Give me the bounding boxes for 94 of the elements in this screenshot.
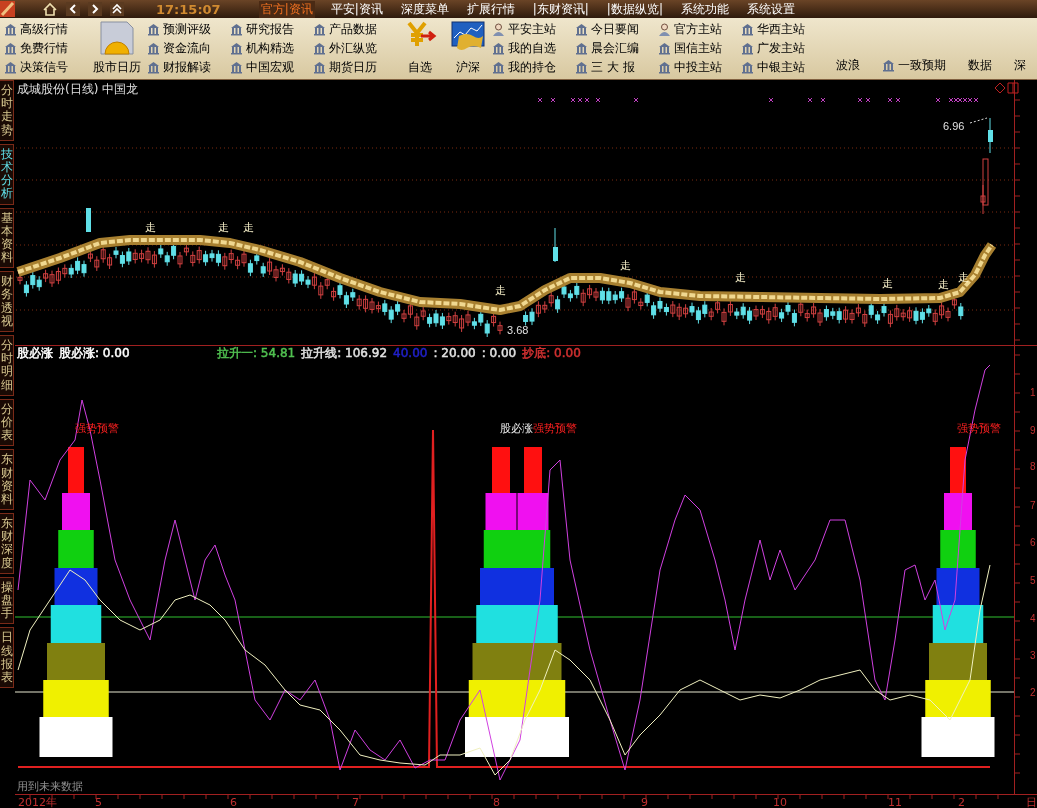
side-tab[interactable]: 分价表	[0, 398, 14, 447]
axis-label: 10	[773, 796, 787, 808]
toolbar-link[interactable]: 中国宏观	[230, 58, 313, 77]
toolbar-link[interactable]: 广发主站	[741, 39, 824, 58]
menu-item[interactable]: 深度菜单	[398, 0, 451, 18]
toolbar-link[interactable]: 资金流向	[147, 39, 230, 58]
legend-value: 拉升线: 106.92	[301, 346, 388, 360]
toolbar-link[interactable]: 产品数据	[313, 20, 396, 39]
signal-label: 走	[243, 221, 254, 234]
chart-title: 成城股份(日线) 中国龙	[17, 82, 139, 96]
menu-item[interactable]: |东财资讯|	[530, 0, 591, 18]
side-tab[interactable]: 财务透视	[0, 271, 14, 332]
toolbar-link[interactable]: 三 大 报	[575, 58, 658, 77]
legend-value: 股必涨	[17, 346, 53, 360]
toolbar-link[interactable]: 期货日历	[313, 58, 396, 77]
side-tab[interactable]: 分时走势	[0, 80, 14, 141]
axis-label: 8	[1030, 461, 1036, 472]
toolbar-link[interactable]: 我的持仓	[492, 58, 575, 77]
toolbar-link[interactable]: 决策信号	[4, 58, 87, 77]
toolbar-link[interactable]: 高级行情	[4, 20, 87, 39]
toolbar-link[interactable]: 波浪	[836, 56, 860, 75]
axis-label: 1	[1030, 387, 1036, 398]
toolbar-link[interactable]: 平安主站	[492, 20, 575, 39]
legend-value: 股必涨: 0.00	[59, 346, 130, 360]
axis-label: 11	[888, 796, 902, 808]
signal-label: 走	[495, 284, 506, 297]
signal-label: 股必涨	[500, 422, 533, 435]
signal-label: 强势预警	[533, 422, 577, 435]
axis-label: 7	[1030, 500, 1036, 511]
legend-value: 拉升一: 54.81	[217, 346, 296, 360]
signal-label: 走	[938, 278, 949, 291]
axis-label: 5	[1030, 575, 1036, 586]
toolbar-link[interactable]: 中投主站	[658, 58, 741, 77]
legend-value: 40.00	[393, 346, 428, 360]
signal-label: 走	[620, 259, 631, 272]
side-tab[interactable]: 东财深度	[0, 513, 14, 574]
toolbar-link[interactable]: 我的自选	[492, 39, 575, 58]
menu-item[interactable]: 扩展行情	[464, 0, 517, 18]
signal-label: 强势预警	[957, 422, 1001, 435]
axis-label: 7	[352, 796, 359, 808]
side-tab[interactable]: 日线报表	[0, 627, 14, 689]
toolbar-link[interactable]: 今日要闻	[575, 20, 658, 39]
axis-label: 2	[958, 796, 965, 808]
axis-label: 9	[641, 796, 648, 808]
toolbar-link[interactable]: 研究报告	[230, 20, 313, 39]
toolbar-link[interactable]: 国信主站	[658, 39, 741, 58]
toolbar-link[interactable]: 免费行情	[4, 39, 87, 58]
signal-label: 走	[882, 277, 893, 290]
axis-label: 6	[230, 796, 237, 808]
signal-label: 走	[735, 271, 746, 284]
side-tab[interactable]: 操盘手	[0, 576, 14, 625]
toolbar-link[interactable]: 外汇纵览	[313, 39, 396, 58]
toolbar-link[interactable]: 数据	[968, 56, 992, 75]
menu-item[interactable]: 系统功能	[678, 0, 731, 18]
legend-value: 抄底: 0.00	[522, 346, 581, 360]
side-tab[interactable]: 分时明细	[0, 335, 14, 396]
side-tab[interactable]: 东财资料	[0, 449, 14, 511]
axis-label: 4	[1030, 613, 1036, 624]
toolbar-link[interactable]: 官方主站	[658, 20, 741, 39]
clock-time: 17:15:07	[156, 1, 221, 17]
side-tab[interactable]: 基本资料	[0, 207, 14, 269]
axis-label: 8	[493, 796, 500, 808]
signal-label: 走	[958, 271, 969, 284]
signal-label: 强势预警	[75, 422, 119, 435]
signal-label: 走	[145, 221, 156, 234]
toolbar-link[interactable]: 晨会汇编	[575, 39, 658, 58]
axis-label: 2012年	[18, 796, 57, 808]
price-label: 3.68	[507, 324, 529, 336]
toolbar-link[interactable]: 深	[1014, 56, 1026, 75]
toolbar-link[interactable]: 中银主站	[741, 58, 824, 77]
legend-value: : 0.00	[481, 346, 517, 360]
axis-label: 3	[1030, 650, 1036, 661]
axis-label: 5	[95, 796, 102, 808]
toolbar-link[interactable]: 预测评级	[147, 20, 230, 39]
toolbar-button[interactable]: 自选	[396, 18, 444, 79]
menu-item[interactable]: 平安|资讯	[328, 0, 385, 18]
side-tab[interactable]: 技术分析	[0, 143, 14, 205]
axis-label: 2	[1030, 687, 1036, 698]
axis-label: 6	[1030, 537, 1036, 548]
warning-note: 用到未来数据	[17, 780, 83, 793]
price-label: 6.96	[943, 120, 965, 132]
toolbar-link[interactable]: 机构精选	[230, 39, 313, 58]
axis-label: 9	[1030, 425, 1036, 436]
toolbar-link[interactable]: 财报解读	[147, 58, 230, 77]
toolbar-button[interactable]: 沪深	[444, 18, 492, 79]
toolbar-button[interactable]: 股市日历	[87, 18, 147, 79]
signal-label: 走	[218, 221, 229, 234]
menu-item[interactable]: 官方|资讯	[258, 0, 315, 18]
toolbar-link[interactable]: 一致预期	[882, 56, 946, 75]
menu-item[interactable]: |数据纵览|	[604, 0, 665, 18]
menu-item[interactable]: 系统设置	[744, 0, 797, 18]
legend-value: : 20.00	[433, 346, 476, 360]
toolbar-link[interactable]: 华西主站	[741, 20, 824, 39]
axis-label: 日	[1026, 796, 1037, 808]
